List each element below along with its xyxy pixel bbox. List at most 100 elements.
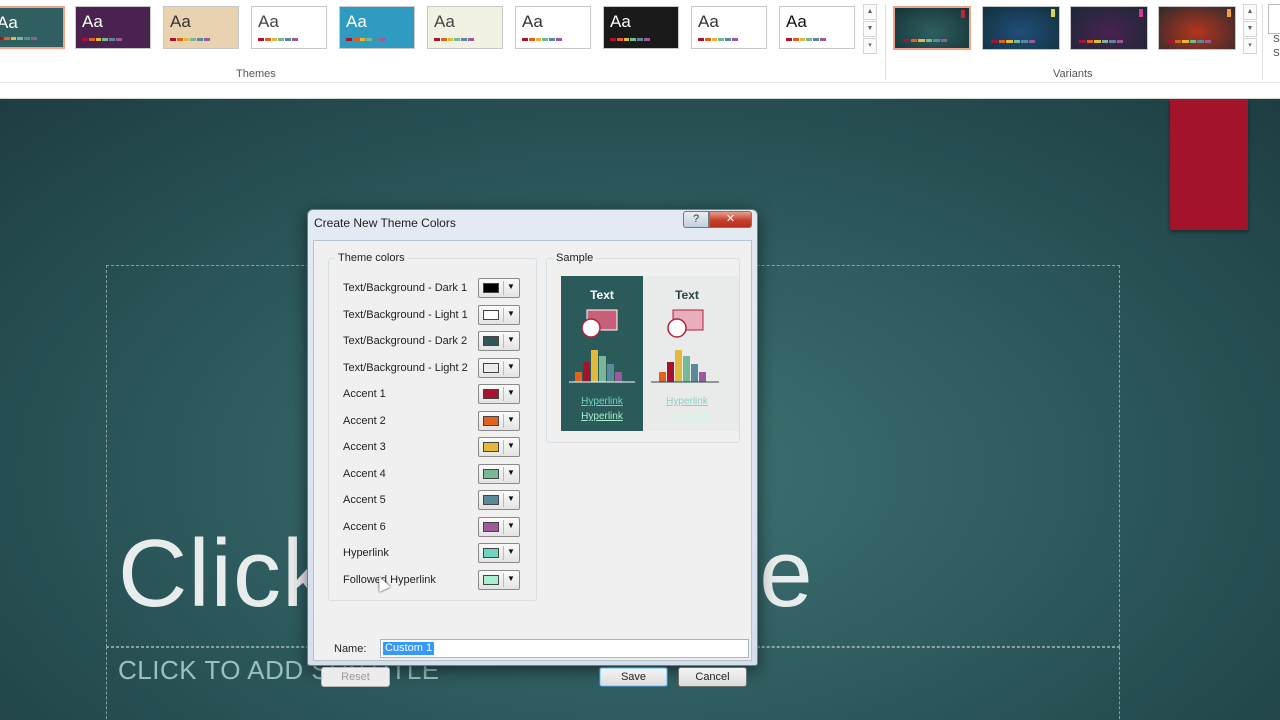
theme-thumbnail[interactable]: Aa [0,6,65,49]
sample-bar [683,356,690,382]
variant-thumbnail[interactable] [1070,6,1148,50]
color-picker-button[interactable]: ▼ [478,278,520,298]
theme-thumbnail[interactable]: Aa [603,6,679,49]
variant-color-strip [903,39,947,42]
variant-accent-tag [1227,9,1231,17]
theme-color-label: Hyperlink [343,547,389,559]
close-button[interactable]: ✕ [709,211,752,228]
slide-size-label[interactable]: S [1273,34,1280,45]
color-picker-button[interactable]: ▼ [478,569,520,590]
save-button[interactable]: Save [599,667,668,687]
sample-light-panel: Text Hyperlink Hyperlink [643,276,739,431]
variant-color-strip [991,40,1035,43]
color-picker-button[interactable]: ▼ [478,410,520,431]
name-input[interactable]: Custom 1 [380,639,749,658]
themes-gallery-scroll: ▲ ▼ ▾ [863,4,877,55]
theme-color-row: Text/Background - Light 2 ▼ [343,357,523,380]
reset-button[interactable]: Reset [321,667,390,687]
color-picker-button[interactable]: ▼ [478,384,520,404]
dropdown-arrow-icon: ▼ [507,335,515,344]
button-separator [503,546,504,560]
sample-bar [607,364,614,382]
theme-colors-legend: Theme colors [335,252,408,264]
sample-bar [699,372,706,382]
sample-text-light: Text [675,288,699,302]
button-separator [503,466,504,481]
dropdown-arrow-icon: ▼ [507,547,515,556]
gallery-down-icon[interactable]: ▼ [863,21,877,37]
color-swatch [483,548,499,558]
variants-more-icon[interactable]: ▾ [1243,38,1257,54]
sample-text-dark: Text [590,288,614,302]
color-swatch [483,389,499,399]
gallery-up-icon[interactable]: ▲ [863,4,877,20]
theme-thumbnail[interactable]: Aa [339,6,415,49]
color-swatch [483,336,499,346]
color-picker-button[interactable]: ▼ [478,516,520,537]
color-picker-button[interactable]: ▼ [478,304,520,325]
ribbon: AaAaAaAaAaAaAaAaAaAa ▲ ▼ ▾ Themes ▲ ▼ ▾ … [0,0,1280,99]
color-swatch [483,442,499,452]
button-separator [503,519,504,534]
color-picker-button[interactable]: ▼ [478,543,520,563]
theme-thumbnail[interactable]: Aa [163,6,239,49]
slide-size-icon[interactable] [1268,4,1280,34]
theme-thumbnail[interactable]: Aa [251,6,327,49]
dialog-title: Create New Theme Colors [314,216,456,230]
theme-color-label: Text/Background - Light 2 [343,361,468,374]
slide-red-accent [1170,99,1248,230]
theme-color-strip [258,38,298,41]
theme-colors-group: Theme colors Text/Background - Dark 1 ▼ Te… [328,252,537,601]
sample-bar [691,364,698,382]
button-separator [503,413,504,428]
theme-color-row: Accent 5 ▼ [343,490,523,512]
group-divider [1262,4,1263,80]
color-swatch [483,415,499,426]
sample-bar [615,372,622,382]
theme-thumbnail-label: Aa [170,12,191,31]
theme-thumbnail[interactable]: Aa [779,6,855,49]
sample-chart-dark [569,309,635,383]
color-picker-button[interactable]: ▼ [478,490,520,510]
sample-chart-light [651,309,719,383]
theme-color-row: Followed Hyperlink ▼ [343,569,523,592]
theme-thumbnail[interactable]: Aa [691,6,767,49]
themes-group-label: Themes [236,68,276,80]
sample-followed-light: Hyperlink [666,411,708,422]
dropdown-arrow-icon: ▼ [507,282,515,291]
button-separator [503,387,504,401]
theme-thumbnail[interactable]: Aa [75,6,151,49]
theme-color-row: Accent 3 ▼ [343,437,523,459]
sample-legend: Sample [553,252,597,264]
sample-group: Sample Text Hyperlink Hyperlink Text Hyp… [546,252,740,443]
variants-down-icon[interactable]: ▼ [1243,21,1257,37]
color-picker-button[interactable]: ▼ [478,357,520,378]
theme-thumbnail-label: Aa [434,12,455,31]
cancel-button[interactable]: Cancel [678,667,747,687]
theme-thumbnail[interactable]: Aa [515,6,591,49]
gallery-more-icon[interactable]: ▾ [863,38,877,54]
theme-thumbnail[interactable]: Aa [427,6,503,49]
name-input-value[interactable]: Custom 1 [383,642,435,655]
variant-thumbnail[interactable] [982,6,1060,50]
theme-color-strip [786,38,826,41]
color-picker-button[interactable]: ▼ [478,331,520,351]
sample-bar [659,372,666,382]
theme-color-row: Text/Background - Dark 1 ▼ [343,278,523,300]
help-button[interactable]: ? [683,211,709,228]
dropdown-arrow-icon: ▼ [507,388,515,397]
color-picker-button[interactable]: ▼ [478,463,520,484]
theme-color-row: Accent 2 ▼ [343,410,523,433]
theme-color-row: Accent 6 ▼ [343,516,523,539]
theme-color-strip [434,38,474,41]
color-swatch [483,283,499,293]
variant-thumbnail[interactable] [1158,6,1236,50]
variants-up-icon[interactable]: ▲ [1243,4,1257,20]
color-picker-button[interactable]: ▼ [478,437,520,457]
format-background-label[interactable]: S [1273,48,1280,59]
theme-thumbnail-label: Aa [610,12,631,31]
theme-color-label: Accent 2 [343,414,386,427]
dropdown-arrow-icon: ▼ [507,361,515,371]
variant-thumbnail[interactable] [893,6,971,50]
theme-color-label: Text/Background - Light 1 [343,308,468,321]
